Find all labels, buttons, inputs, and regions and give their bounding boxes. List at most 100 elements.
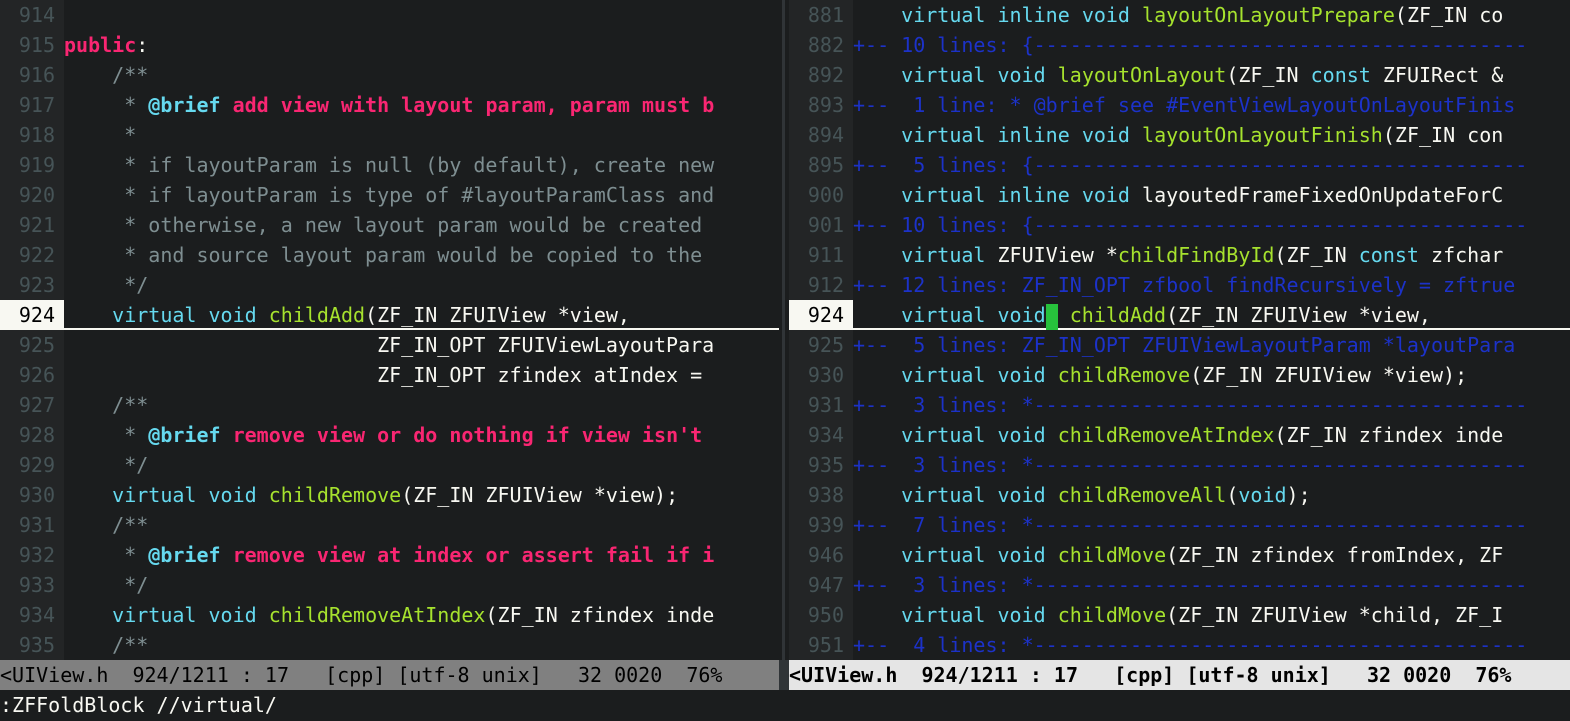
vertical-split-border[interactable] bbox=[779, 0, 789, 660]
line-number: 920 bbox=[0, 180, 64, 210]
line-number: 925 bbox=[789, 330, 853, 360]
line-number: 914 bbox=[0, 0, 64, 30]
code-text: */ bbox=[64, 573, 149, 597]
line-number: 930 bbox=[789, 360, 853, 390]
code-text: * @brief add view with layout param, par… bbox=[64, 93, 715, 117]
code-line[interactable]: 928 * @brief remove view or do nothing i… bbox=[0, 420, 779, 450]
code-line[interactable]: 947 +-- 3 lines: *-----------------------… bbox=[789, 570, 1570, 600]
line-number: 919 bbox=[0, 150, 64, 180]
code-line[interactable]: 930 virtual void childRemove(ZF_IN ZFUIV… bbox=[789, 360, 1570, 390]
line-number: 928 bbox=[0, 420, 64, 450]
code-text: virtual void childAdd(ZF_IN ZFUIView *vi… bbox=[112, 303, 630, 327]
code-line[interactable]: 900 virtual inline void layoutedFrameFix… bbox=[789, 180, 1570, 210]
code-text: virtual ZFUIView *childFindById(ZF_IN co… bbox=[901, 243, 1504, 267]
right-editor-pane[interactable]: 881 virtual inline void layoutOnLayoutPr… bbox=[789, 0, 1570, 660]
code-line[interactable]: 916 /** bbox=[0, 60, 779, 90]
line-number: 924 bbox=[0, 300, 64, 330]
code-line[interactable]: 927 /** bbox=[0, 390, 779, 420]
command-line[interactable]: :ZFFoldBlock //virtual/ bbox=[0, 690, 1570, 721]
code-line[interactable]: 901 +-- 10 lines: {----------------------… bbox=[789, 210, 1570, 240]
code-line[interactable]: 931 +-- 3 lines: *-----------------------… bbox=[789, 390, 1570, 420]
code-line[interactable]: 912 +-- 12 lines: ZF_IN_OPT zfbool findRe… bbox=[789, 270, 1570, 300]
code-line[interactable]: 892 virtual void layoutOnLayout(ZF_IN co… bbox=[789, 60, 1570, 90]
line-number: 921 bbox=[0, 210, 64, 240]
line-number: 882 bbox=[789, 30, 853, 60]
code-text: virtual inline void layoutOnLayoutPrepar… bbox=[901, 3, 1504, 27]
code-line[interactable]: 895 +-- 5 lines: {-----------------------… bbox=[789, 150, 1570, 180]
code-line[interactable]: 934 virtual void childRemoveAtIndex(ZF_I… bbox=[789, 420, 1570, 450]
line-number: 924 bbox=[789, 300, 853, 330]
code-text: * bbox=[64, 123, 137, 147]
code-text: virtual void childMove(ZF_IN ZFUIView *c… bbox=[901, 603, 1504, 627]
code-line[interactable]: 950 virtual void childMove(ZF_IN ZFUIVie… bbox=[789, 600, 1570, 630]
code-line[interactable]: 932 * @brief remove view at index or ass… bbox=[0, 540, 779, 570]
code-line[interactable]: 934 virtual void childRemoveAtIndex(ZF_I… bbox=[0, 600, 779, 630]
line-number: 934 bbox=[789, 420, 853, 450]
line-number: 951 bbox=[789, 630, 853, 660]
code-line[interactable]: 893 +-- 1 line: * @brief see #EventViewLa… bbox=[789, 90, 1570, 120]
code-line[interactable]: 924 virtual void childAdd(ZF_IN ZFUIView… bbox=[789, 300, 1570, 330]
line-number: 917 bbox=[0, 90, 64, 120]
line-number: 930 bbox=[0, 480, 64, 510]
fold-marker: +-- 3 lines: *--------------------------… bbox=[853, 453, 1528, 477]
line-number: 927 bbox=[0, 390, 64, 420]
code-line[interactable]: 882 +-- 10 lines: {----------------------… bbox=[789, 30, 1570, 60]
code-line[interactable]: 921 * otherwise, a new layout param woul… bbox=[0, 210, 779, 240]
fold-marker: +-- 10 lines: {-------------------------… bbox=[853, 213, 1528, 237]
code-text: virtual void childMove(ZF_IN zfindex fro… bbox=[901, 543, 1504, 567]
line-number: 939 bbox=[789, 510, 853, 540]
line-number: 947 bbox=[789, 570, 853, 600]
code-line[interactable]: 923 */ bbox=[0, 270, 779, 300]
code-text: virtual inline void layoutedFrameFixedOn… bbox=[901, 183, 1504, 207]
code-text: * otherwise, a new layout param would be… bbox=[64, 213, 703, 237]
line-number: 931 bbox=[789, 390, 853, 420]
code-line[interactable]: 946 virtual void childMove(ZF_IN zfindex… bbox=[789, 540, 1570, 570]
code-text: virtual void childRemove(ZF_IN ZFUIView … bbox=[901, 363, 1468, 387]
code-text: /** bbox=[64, 393, 149, 417]
code-line[interactable]: 881 virtual inline void layoutOnLayoutPr… bbox=[789, 0, 1570, 30]
status-line-left: <UIView.h 924/1211 : 17 [cpp] [utf-8 uni… bbox=[0, 660, 779, 690]
code-line[interactable]: 894 virtual inline void layoutOnLayoutFi… bbox=[789, 120, 1570, 150]
code-line[interactable]: 939 +-- 7 lines: *-----------------------… bbox=[789, 510, 1570, 540]
code-line[interactable]: 931 /** bbox=[0, 510, 779, 540]
line-number: 935 bbox=[789, 450, 853, 480]
code-line[interactable]: 926 ZF_IN_OPT zfindex atIndex = bbox=[0, 360, 779, 390]
line-number: 895 bbox=[789, 150, 853, 180]
code-line[interactable]: 919 * if layoutParam is null (by default… bbox=[0, 150, 779, 180]
line-number: 950 bbox=[789, 600, 853, 630]
fold-marker: +-- 7 lines: *--------------------------… bbox=[853, 513, 1528, 537]
left-editor-pane[interactable]: 914 915 public: 916 /** 917 * @brief add vie… bbox=[0, 0, 779, 660]
code-text: public: bbox=[64, 33, 149, 57]
fold-marker: +-- 3 lines: *--------------------------… bbox=[853, 393, 1528, 417]
code-text: ZF_IN_OPT ZFUIViewLayoutPara bbox=[64, 333, 715, 357]
fold-marker: +-- 5 lines: ZF_IN_OPT ZFUIViewLayoutPar… bbox=[853, 333, 1516, 357]
code-line[interactable]: 935 +-- 3 lines: *-----------------------… bbox=[789, 450, 1570, 480]
code-text: virtual void childRemoveAtIndex(ZF_IN zf… bbox=[112, 603, 715, 627]
code-line[interactable]: 935 /** bbox=[0, 630, 779, 660]
line-number: 922 bbox=[0, 240, 64, 270]
code-line[interactable]: 933 */ bbox=[0, 570, 779, 600]
line-number: 894 bbox=[789, 120, 853, 150]
line-number: 923 bbox=[0, 270, 64, 300]
line-number: 911 bbox=[789, 240, 853, 270]
line-number: 931 bbox=[0, 510, 64, 540]
code-text: virtual inline void layoutOnLayoutFinish… bbox=[901, 123, 1504, 147]
fold-marker: +-- 12 lines: ZF_IN_OPT zfbool findRecur… bbox=[853, 273, 1516, 297]
code-line[interactable]: 917 * @brief add view with layout param,… bbox=[0, 90, 779, 120]
code-line[interactable]: 924 virtual void childAdd(ZF_IN ZFUIView… bbox=[0, 300, 779, 330]
code-line[interactable]: 951 +-- 4 lines: *-----------------------… bbox=[789, 630, 1570, 660]
code-line[interactable]: 925 +-- 5 lines: ZF_IN_OPT ZFUIViewLayout… bbox=[789, 330, 1570, 360]
code-line[interactable]: 922 * and source layout param would be c… bbox=[0, 240, 779, 270]
code-line[interactable]: 918 * bbox=[0, 120, 779, 150]
code-line[interactable]: 915 public: bbox=[0, 30, 779, 60]
code-line[interactable]: 930 virtual void childRemove(ZF_IN ZFUIV… bbox=[0, 480, 779, 510]
line-number: 892 bbox=[789, 60, 853, 90]
code-line[interactable]: 938 virtual void childRemoveAll(void); bbox=[789, 480, 1570, 510]
code-line[interactable]: 929 */ bbox=[0, 450, 779, 480]
code-line[interactable]: 914 bbox=[0, 0, 779, 30]
line-number: 926 bbox=[0, 360, 64, 390]
code-line[interactable]: 920 * if layoutParam is type of #layoutP… bbox=[0, 180, 779, 210]
line-number: 946 bbox=[789, 540, 853, 570]
code-line[interactable]: 911 virtual ZFUIView *childFindById(ZF_I… bbox=[789, 240, 1570, 270]
code-line[interactable]: 925 ZF_IN_OPT ZFUIViewLayoutPara bbox=[0, 330, 779, 360]
